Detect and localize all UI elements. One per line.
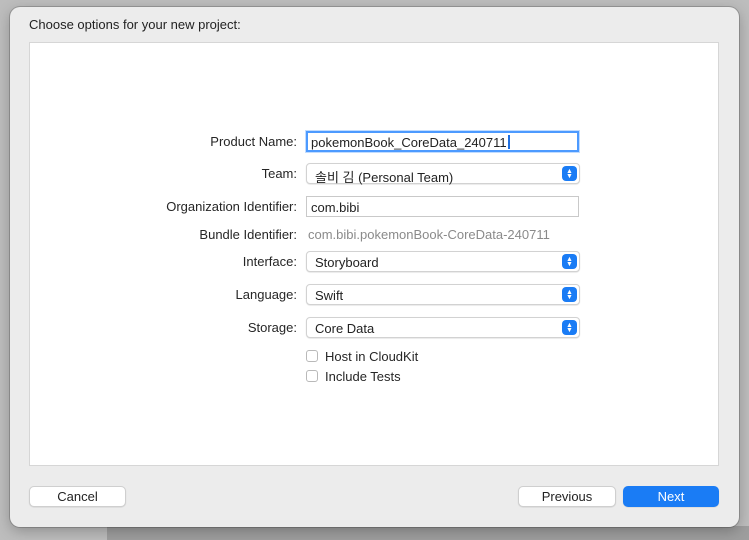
new-project-options-sheet: Choose options for your new project: Pro… xyxy=(10,7,739,527)
language-popup[interactable]: Swift ▲ ▼ xyxy=(306,284,580,305)
storage-popup[interactable]: Core Data ▲ ▼ xyxy=(306,317,580,338)
host-in-cloudkit-label[interactable]: Host in CloudKit xyxy=(325,349,418,364)
up-down-chevron-icon: ▲ ▼ xyxy=(562,166,577,181)
interface-value: Storyboard xyxy=(315,255,379,270)
organization-identifier-input[interactable]: com.bibi xyxy=(306,196,579,217)
language-value: Swift xyxy=(315,288,344,303)
product-name-row: Product Name: pokemonBook_CoreData_24071… xyxy=(30,130,718,154)
previous-button[interactable]: Previous xyxy=(518,486,616,507)
storage-label: Storage: xyxy=(247,320,297,335)
product-name-label: Product Name: xyxy=(210,134,297,149)
team-label: Team: xyxy=(261,166,297,181)
interface-popup[interactable]: Storyboard ▲ ▼ xyxy=(306,251,580,272)
team-value: 솔비 김 (Personal Team) xyxy=(315,170,454,185)
up-down-chevron-icon: ▲ ▼ xyxy=(562,287,577,302)
options-panel: Product Name: pokemonBook_CoreData_24071… xyxy=(29,42,719,466)
storage-row: Storage: Core Data ▲ ▼ xyxy=(30,316,718,340)
cancel-button[interactable]: Cancel xyxy=(29,486,126,507)
up-down-chevron-icon: ▲ ▼ xyxy=(562,254,577,269)
include-tests-checkbox[interactable] xyxy=(306,370,318,382)
bundle-identifier-row: Bundle Identifier: com.bibi.pokemonBook-… xyxy=(30,223,718,247)
team-row: Team: 솔비 김 (Personal Team) ▲ ▼ xyxy=(30,162,718,186)
up-down-chevron-icon: ▲ ▼ xyxy=(562,320,577,335)
host-in-cloudkit-checkbox[interactable] xyxy=(306,350,318,362)
language-row: Language: Swift ▲ ▼ xyxy=(30,283,718,307)
interface-row: Interface: Storyboard ▲ ▼ xyxy=(30,250,718,274)
window-backdrop xyxy=(107,526,749,540)
storage-value: Core Data xyxy=(315,321,375,336)
include-tests-label[interactable]: Include Tests xyxy=(325,369,401,384)
product-name-input[interactable]: pokemonBook_CoreData_240711 xyxy=(306,131,579,152)
organization-identifier-row: Organization Identifier: com.bibi xyxy=(30,195,718,219)
next-button[interactable]: Next xyxy=(623,486,719,507)
organization-identifier-label: Organization Identifier: xyxy=(166,199,297,214)
team-popup[interactable]: 솔비 김 (Personal Team) ▲ ▼ xyxy=(306,163,580,185)
bundle-identifier-value: com.bibi.pokemonBook-CoreData-240711 xyxy=(308,227,550,242)
sheet-title: Choose options for your new project: xyxy=(29,17,241,32)
text-caret xyxy=(507,135,510,149)
product-name-value: pokemonBook_CoreData_240711 xyxy=(311,135,507,150)
interface-label: Interface: xyxy=(242,254,297,269)
language-label: Language: xyxy=(235,287,297,302)
bundle-identifier-label: Bundle Identifier: xyxy=(199,227,297,242)
